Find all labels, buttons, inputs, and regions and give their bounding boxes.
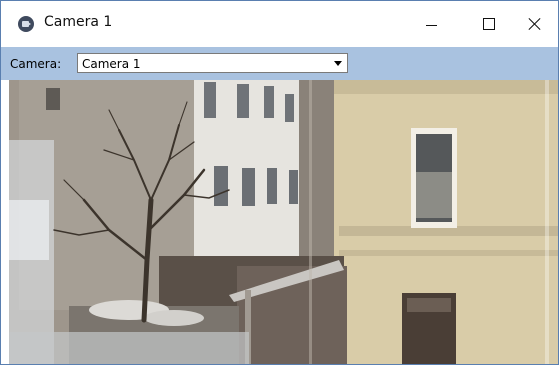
window-title: Camera 1 xyxy=(44,14,113,30)
maximize-button[interactable] xyxy=(466,1,512,47)
close-icon xyxy=(528,17,542,31)
maximize-icon xyxy=(483,18,495,30)
chevron-down-icon[interactable] xyxy=(330,55,346,71)
minimize-button[interactable] xyxy=(408,1,454,47)
camera-select[interactable]: Camera 1 xyxy=(77,53,348,73)
camera-toolbar: Camera: Camera 1 xyxy=(1,47,558,80)
app-window: Camera 1 Camera: Camera 1 xyxy=(0,0,559,365)
title-bar[interactable]: Camera 1 xyxy=(1,1,558,47)
camera-label: Camera: xyxy=(10,57,62,71)
close-button[interactable] xyxy=(512,1,558,47)
camera-select-value: Camera 1 xyxy=(82,57,141,71)
webcam-icon xyxy=(18,16,34,32)
camera-feed-view xyxy=(9,80,558,364)
minimize-icon xyxy=(425,24,437,26)
camera-feed-image xyxy=(9,80,558,364)
